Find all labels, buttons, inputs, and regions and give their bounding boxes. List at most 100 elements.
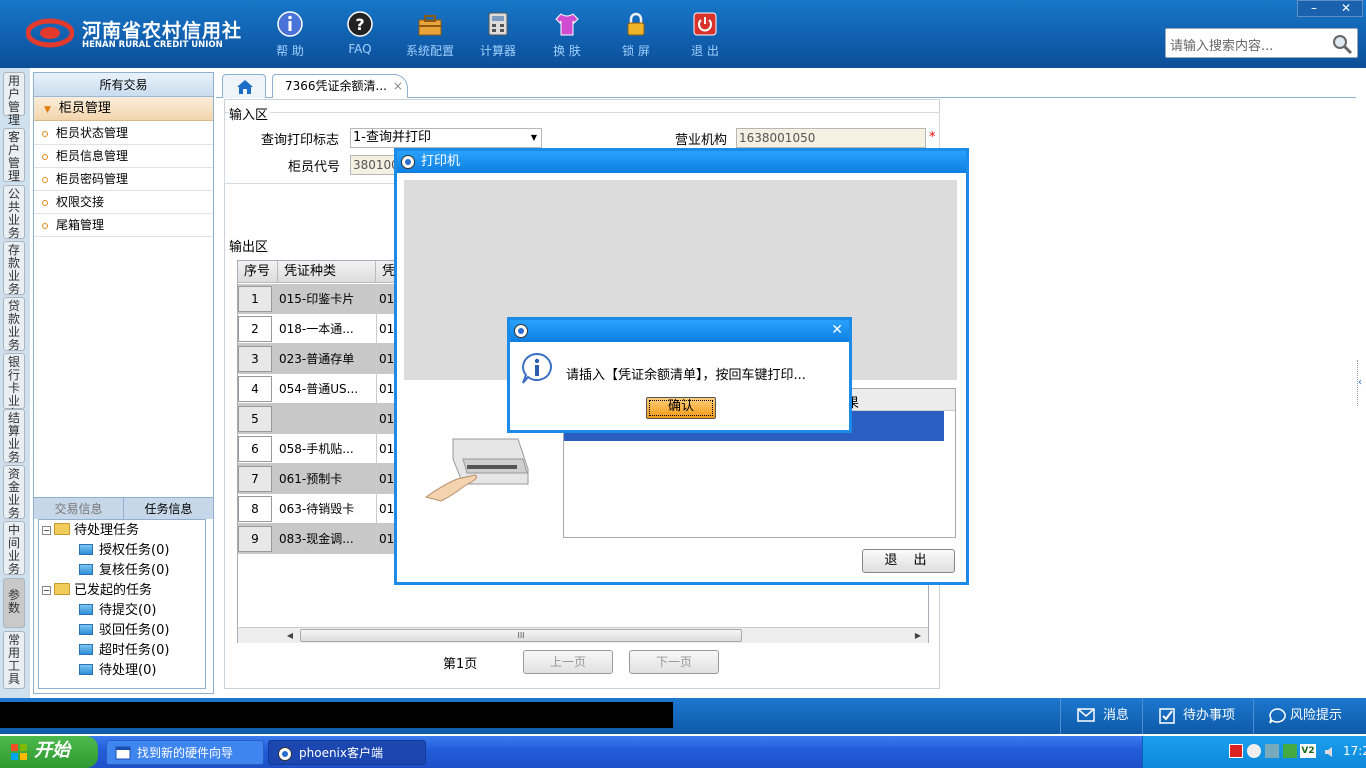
messages-button[interactable]: 消息 [1060, 698, 1140, 734]
menu-item-label: 权限交接 [56, 195, 105, 209]
horizontal-scrollbar[interactable]: ◀ III ▶ [238, 627, 928, 643]
menu-item-teller-info[interactable]: 柜员信息管理 [34, 145, 213, 168]
system-config-button[interactable]: 系统配置 [395, 10, 465, 62]
teller-code-label: 柜员代号 [288, 160, 341, 175]
menu-item-tail-box[interactable]: 尾箱管理 [34, 214, 213, 237]
menu-item-teller-password[interactable]: 柜员密码管理 [34, 168, 213, 191]
vtab-customer-management[interactable]: 客户管理 [3, 128, 25, 183]
tab-close-icon[interactable]: × [393, 79, 403, 93]
teller-management-group[interactable]: ▼ 柜员管理 [34, 97, 213, 121]
scroll-thumb[interactable]: III [300, 629, 742, 642]
tray-volume-icon[interactable] [1323, 745, 1339, 759]
tree-node-to-submit[interactable]: 待提交(0) [79, 602, 156, 620]
tray-network-icon[interactable] [1247, 744, 1261, 758]
help-button[interactable]: 帮 助 [255, 10, 325, 62]
query-print-label: 查询打印标志 [261, 133, 340, 148]
help-label: 帮 助 [276, 44, 304, 58]
tray-v2-icon[interactable]: V2 [1300, 744, 1316, 758]
vtab-public-business[interactable]: 公共业务 [3, 185, 25, 240]
menu-item-permission-handover[interactable]: 权限交接 [34, 191, 213, 214]
tab-voucher-balance[interactable]: 7366凭证余额清... × [272, 74, 408, 98]
prev-page-button[interactable]: 上一页 [523, 650, 613, 674]
risk-alert-label: 风险提示 [1290, 708, 1343, 723]
row-number: 4 [238, 376, 272, 402]
message-close-icon[interactable]: ✕ [831, 322, 843, 338]
next-page-button[interactable]: 下一页 [629, 650, 719, 674]
question-icon: ? [347, 11, 373, 37]
tab-transaction-info[interactable]: 交易信息 [34, 498, 123, 520]
scroll-right-icon[interactable]: ▶ [910, 628, 926, 643]
vtab-common-tools[interactable]: 常用工具 [3, 631, 25, 689]
printer-dialog-titlebar[interactable]: 打印机 [397, 151, 966, 173]
search-input[interactable]: 请输入搜索内容... [1165, 28, 1358, 58]
row-type: 023-普通存单 [279, 352, 355, 366]
tray-security-icon[interactable] [1283, 744, 1297, 758]
tree-node-authorization[interactable]: 授权任务(0) [79, 542, 169, 560]
system-tray: V2 17:28 [1142, 736, 1366, 768]
change-skin-label: 换 肤 [553, 44, 581, 58]
info-icon [522, 352, 552, 384]
transaction-panel: 所有交易 ▼ 柜员管理 柜员状态管理 柜员信息管理 柜员密码管理 权限交接 尾箱管… [33, 72, 214, 694]
scroll-left-icon[interactable]: ◀ [282, 628, 298, 643]
tree-node-review[interactable]: 复核任务(0) [79, 562, 169, 580]
vtab-user-management[interactable]: 用户管理 [3, 72, 25, 127]
row-type: 063-待销毁卡 [279, 502, 355, 516]
collapse-icon[interactable]: − [42, 526, 51, 535]
printer-dialog-title: 打印机 [421, 154, 461, 169]
page-indicator: 第1页 [443, 657, 478, 672]
panel-header[interactable]: 所有交易 [34, 73, 213, 97]
dropdown-arrow-icon[interactable]: ▼ [531, 129, 537, 147]
tree-node-to-process[interactable]: 待处理(0) [79, 662, 156, 680]
taskbar-item-hardware-wizard[interactable]: 找到新的硬件向导 [106, 740, 264, 765]
lock-screen-button[interactable]: 锁 屏 [601, 10, 671, 62]
query-print-select[interactable]: 1-查询并打印 ▼ [350, 128, 542, 148]
exit-button[interactable]: 退 出 [862, 549, 955, 573]
vtab-parameters[interactable]: 参数 [3, 578, 25, 628]
todo-button[interactable]: 待办事项 [1142, 698, 1252, 734]
toolbox-icon [418, 15, 442, 36]
vtab-settlement-business[interactable]: 结算业务 [3, 409, 25, 464]
tree-label: 驳回任务(0) [99, 623, 170, 638]
tree-label: 已发起的任务 [74, 583, 153, 598]
tray-display-icon[interactable] [1265, 744, 1279, 758]
taskbar-item-phoenix[interactable]: phoenix客户端 [268, 740, 426, 765]
minimize-button[interactable]: – [1298, 1, 1330, 16]
collapse-handle[interactable]: ‹ [1357, 360, 1363, 406]
tree-label: 待处理(0) [99, 663, 157, 678]
menu-item-teller-status[interactable]: 柜员状态管理 [34, 122, 213, 145]
teller-code-field[interactable]: 380100 [350, 155, 400, 175]
start-button[interactable]: 开始 [0, 736, 98, 768]
menu-item-label: 尾箱管理 [56, 218, 105, 232]
faq-button[interactable]: ? FAQ [325, 10, 395, 62]
confirm-button[interactable]: 确认 [646, 397, 716, 419]
vtab-fund-business[interactable]: 资金业务 [3, 465, 25, 520]
shirt-icon [555, 13, 579, 36]
change-skin-button[interactable]: 换 肤 [532, 10, 602, 62]
risk-alert-button[interactable]: 风险提示 [1253, 698, 1366, 734]
task-icon [79, 624, 93, 635]
home-tab[interactable] [222, 74, 266, 98]
pager: 第1页 上一页 下一页 [440, 650, 720, 674]
vtab-intermediate-business[interactable]: 中间业务 [3, 521, 25, 576]
tree-node-pending[interactable]: − 待处理任务 [42, 522, 139, 540]
vtab-bank-card-business[interactable]: 银行卡业务 [3, 353, 25, 421]
task-icon [79, 664, 93, 675]
org-field[interactable]: 1638001050 [736, 128, 926, 148]
logout-button[interactable]: 退 出 [670, 10, 740, 62]
row-type: 054-普通US... [279, 382, 359, 396]
tree-label: 复核任务(0) [99, 563, 170, 578]
message-box-titlebar[interactable]: ✕ [510, 320, 849, 342]
vtab-loan-business[interactable]: 贷款业务 [3, 297, 25, 352]
task-tree: − 待处理任务 授权任务(0) 复核任务(0) − 已发起的任务 待提交(0) 驳回… [38, 519, 206, 689]
tab-task-info[interactable]: 任务信息 [123, 498, 213, 520]
required-mark: * [929, 130, 936, 145]
calculator-button[interactable]: 计算器 [463, 10, 533, 62]
close-window-button[interactable]: ✕ [1330, 1, 1362, 16]
collapse-icon[interactable]: − [42, 586, 51, 595]
tray-app-icon[interactable] [1229, 744, 1243, 758]
search-icon[interactable] [1330, 32, 1354, 56]
tree-node-rejected[interactable]: 驳回任务(0) [79, 622, 169, 640]
vtab-deposit-business[interactable]: 存款业务 [3, 241, 25, 296]
tree-node-timeout[interactable]: 超时任务(0) [79, 642, 169, 660]
tree-node-initiated[interactable]: − 已发起的任务 [42, 582, 152, 600]
